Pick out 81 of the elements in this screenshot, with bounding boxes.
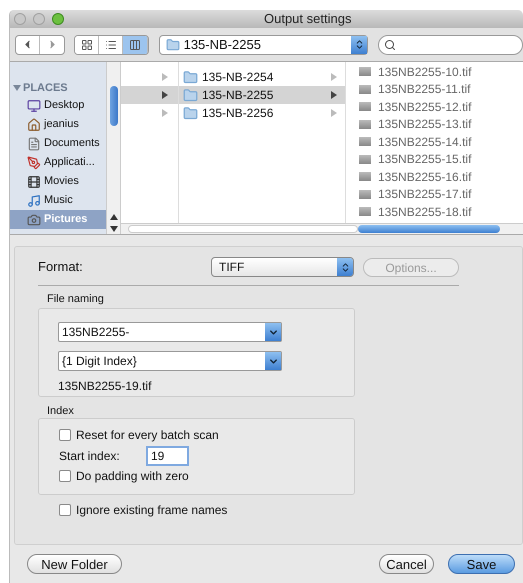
folder-icon <box>183 106 198 120</box>
folder-icon <box>183 88 198 102</box>
cancel-button[interactable]: Cancel <box>379 554 434 574</box>
zoom-button[interactable] <box>52 13 64 25</box>
sidebar-item[interactable]: Applicati... <box>10 153 106 172</box>
folder-row[interactable]: 135-NB-2254 <box>179 68 345 86</box>
place-icon <box>27 98 41 112</box>
sidebar-item[interactable]: Movies <box>10 172 106 191</box>
file-row[interactable]: 135NB2255-17.tif <box>359 186 523 203</box>
combo-box[interactable]: 135NB2255- <box>58 322 282 342</box>
disclosure-arrow-icon <box>331 109 337 117</box>
place-icon <box>27 156 41 170</box>
folder-icon <box>183 70 198 84</box>
window-title: Output settings <box>264 10 352 28</box>
image-file-icon <box>359 154 371 164</box>
start-index-field[interactable]: 19 <box>146 446 189 466</box>
section-heading: Index <box>47 404 75 418</box>
file-row[interactable]: 135NB2255-12.tif <box>359 98 523 116</box>
disclosure-triangle-icon[interactable] <box>13 84 21 92</box>
scroll-up-icon[interactable] <box>110 214 118 221</box>
columns-icon <box>129 38 142 50</box>
sidebar-item[interactable]: Documents <box>10 134 106 153</box>
search-field[interactable] <box>378 34 523 54</box>
disclosure-arrow-icon <box>331 91 337 99</box>
stepper-icon <box>351 36 368 54</box>
file-row[interactable]: 135NB2255-16.tif <box>359 168 523 186</box>
place-icon <box>27 118 41 132</box>
view-mode-button[interactable] <box>75 36 100 54</box>
file-row[interactable]: 135NB2255-10.tif <box>359 63 523 80</box>
search-icon <box>384 38 396 50</box>
close-button[interactable] <box>14 13 26 25</box>
image-file-icon <box>359 67 371 76</box>
disclosure-arrow-icon <box>162 91 168 99</box>
place-icon <box>27 174 41 188</box>
sidebar-heading: PLACES <box>23 80 68 96</box>
image-file-icon <box>359 137 371 146</box>
folder-icon <box>166 38 180 52</box>
file-row[interactable]: 135NB2255-18.tif <box>359 203 523 220</box>
place-icon <box>27 136 41 150</box>
save-button[interactable]: Save <box>448 554 515 574</box>
image-file-icon <box>359 190 371 199</box>
file-row[interactable]: 135NB2255-15.tif <box>359 150 523 168</box>
combo-box[interactable]: {1 Digit Index} <box>58 351 282 371</box>
image-file-icon <box>359 102 371 112</box>
disclosure-arrow-icon <box>162 109 168 117</box>
file-row[interactable]: 135NB2255-13.tif <box>359 116 523 133</box>
path-popup[interactable]: 135-NB-2255 <box>158 34 368 54</box>
place-icon <box>27 194 41 208</box>
file-row[interactable]: 135NB2255-11.tif <box>359 80 523 98</box>
scroll-down-icon[interactable] <box>110 225 118 232</box>
image-file-icon <box>359 172 371 182</box>
disclosure-arrow-icon <box>331 73 337 81</box>
grid-icon <box>80 38 93 50</box>
browser-row[interactable] <box>121 86 178 104</box>
file-row[interactable]: 135NB2255-14.tif <box>359 133 523 150</box>
sidebar-item[interactable]: jeanius <box>10 115 106 134</box>
image-file-icon <box>359 120 371 129</box>
checkbox-label: Reset for every batch scan <box>76 427 219 444</box>
stepper-icon <box>337 258 353 276</box>
disclosure-arrow-icon <box>162 73 168 81</box>
section-heading: File naming <box>47 292 105 306</box>
sidebar-item[interactable]: Music <box>10 191 106 210</box>
image-file-icon <box>359 207 371 216</box>
image-file-icon <box>359 84 371 94</box>
start-index-label: Start index: <box>59 448 121 465</box>
folder-row[interactable]: 135-NB-2255 <box>179 86 345 104</box>
filename-preview: 135NB2255-19.tif <box>58 378 152 395</box>
checkbox-label: Do padding with zero <box>76 468 189 485</box>
sidebar-item[interactable]: Desktop <box>10 96 106 115</box>
view-mode-button[interactable] <box>123 36 148 54</box>
format-label: Format: <box>38 258 84 276</box>
checkbox[interactable] <box>59 470 71 482</box>
new-folder-button[interactable]: New Folder <box>27 554 122 574</box>
checkbox[interactable] <box>59 504 71 516</box>
checkbox[interactable] <box>59 429 71 441</box>
minimize-button[interactable] <box>33 13 45 25</box>
checkbox-label: Ignore existing frame names <box>76 502 228 519</box>
folder-row[interactable]: 135-NB-2256 <box>179 104 345 122</box>
place-icon <box>27 212 41 226</box>
format-popup[interactable]: TIFF <box>211 257 354 277</box>
scroll-thumb[interactable] <box>110 86 118 126</box>
